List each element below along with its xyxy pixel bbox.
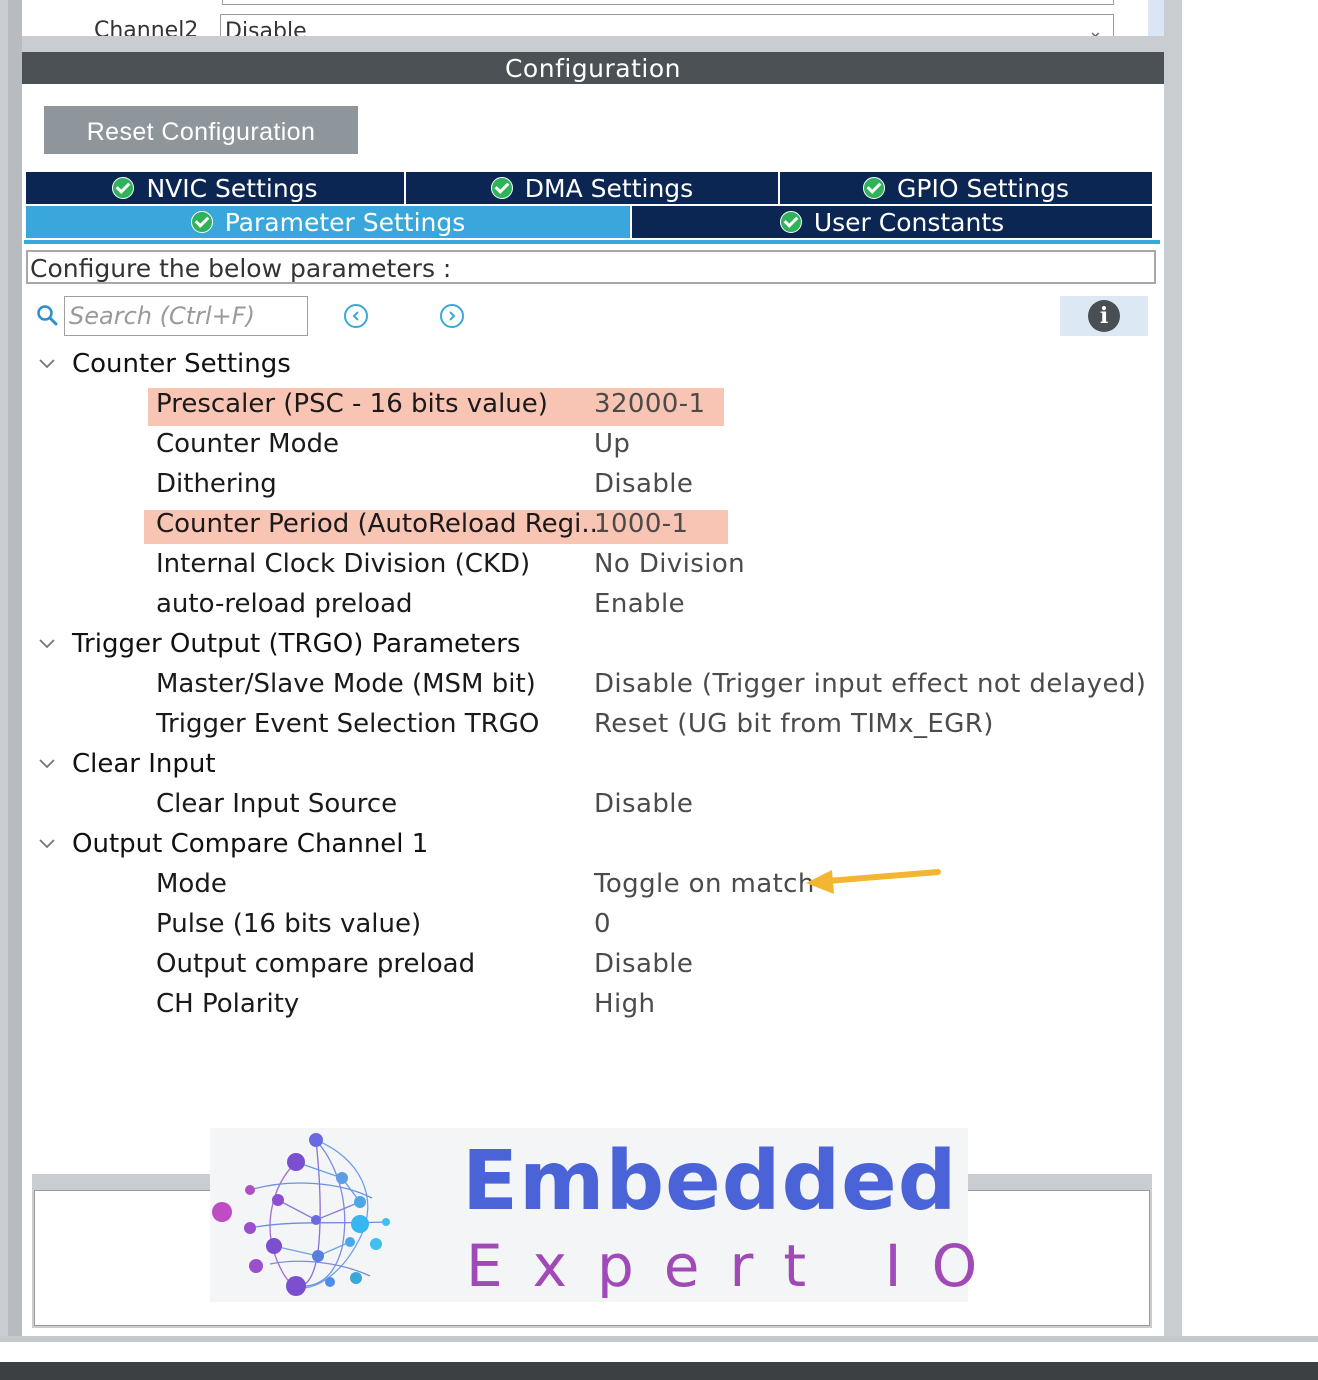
- param-name: Counter Period (AutoReload Regi...: [156, 509, 607, 539]
- tab-gpio-settings[interactable]: GPIO Settings: [778, 172, 1152, 204]
- check-icon: [779, 211, 802, 233]
- param-name: CH Polarity: [156, 989, 300, 1019]
- search-icon: [37, 305, 58, 326]
- param-name: auto-reload preload: [156, 589, 413, 619]
- param-name: Trigger Event Selection TRGO: [156, 709, 540, 739]
- param-name: Counter Mode: [156, 429, 340, 459]
- network-globe-icon: [212, 1133, 390, 1296]
- param-name: Prescaler (PSC - 16 bits value): [156, 389, 548, 419]
- param-value[interactable]: 32000-1: [594, 384, 705, 424]
- tab-label: Parameter Settings: [224, 207, 466, 237]
- param-value[interactable]: Disable: [594, 464, 693, 504]
- param-name: Pulse (16 bits value): [156, 909, 422, 939]
- previous-result-button[interactable]: [344, 304, 368, 328]
- chevron-left-icon: [352, 311, 359, 321]
- param-value[interactable]: Enable: [594, 584, 685, 624]
- chevron-down-icon: [39, 639, 55, 649]
- channel-row: Channel2 Disable ⌄: [22, 0, 1148, 36]
- tab-user-constants[interactable]: User Constants: [630, 206, 1152, 238]
- param-name: Clear Input Source: [156, 789, 398, 819]
- chevron-down-icon: [39, 759, 55, 769]
- tab-label: User Constants: [813, 207, 1005, 237]
- group-label: Output Compare Channel 1: [72, 829, 429, 859]
- group-label: Counter Settings: [72, 349, 291, 379]
- channel2-label: Channel2: [94, 18, 199, 36]
- tab-dma-settings[interactable]: DMA Settings: [404, 172, 778, 204]
- status-bar: [0, 1362, 1318, 1380]
- window-frame-right: [1164, 0, 1182, 1340]
- configuration-header: Configuration: [22, 52, 1164, 84]
- tab-nvic-settings[interactable]: NVIC Settings: [26, 172, 404, 204]
- param-value[interactable]: No Division: [594, 544, 745, 584]
- chevron-down-icon: ⌄: [1087, 21, 1103, 36]
- channel2-select[interactable]: Disable ⌄: [220, 14, 1114, 36]
- info-icon: i: [1088, 300, 1120, 332]
- reset-configuration-button[interactable]: Reset Configuration: [44, 106, 358, 154]
- tab-label: DMA Settings: [524, 173, 694, 203]
- param-value[interactable]: Up: [594, 424, 630, 464]
- window-frame-left-inner: [8, 0, 22, 1340]
- logo-text-expert-io: Expert IO: [466, 1232, 1008, 1300]
- param-name: Output compare preload: [156, 949, 476, 979]
- next-result-button[interactable]: [440, 304, 464, 328]
- logo-text-embedded: Embedded: [462, 1134, 958, 1229]
- group-clear-input[interactable]: Clear Input: [36, 744, 216, 784]
- check-icon: [490, 177, 513, 199]
- param-value[interactable]: Toggle on match: [594, 864, 815, 904]
- param-value[interactable]: 1000-1: [594, 504, 689, 544]
- group-label: Clear Input: [72, 749, 216, 779]
- tab-label: NVIC Settings: [146, 173, 318, 203]
- group-counter-settings[interactable]: Counter Settings: [36, 344, 291, 384]
- param-name: Mode: [156, 869, 227, 899]
- previous-field-edge: [222, 0, 1114, 5]
- check-icon: [190, 211, 213, 233]
- annotation-arrow-icon: [806, 869, 941, 894]
- param-name: Master/Slave Mode (MSM bit): [156, 669, 536, 699]
- chevron-right-icon: [449, 311, 456, 321]
- group-trigger-output[interactable]: Trigger Output (TRGO) Parameters: [36, 624, 520, 664]
- tab-underline: [24, 240, 1160, 244]
- chevron-down-icon: [39, 839, 55, 849]
- tab-parameter-settings[interactable]: Parameter Settings: [26, 206, 630, 238]
- search-input[interactable]: [64, 296, 308, 336]
- chevron-down-icon: [39, 359, 55, 369]
- info-button[interactable]: i: [1060, 296, 1148, 336]
- param-value[interactable]: Disable: [594, 944, 693, 984]
- param-name: Internal Clock Division (CKD): [156, 549, 531, 579]
- param-value[interactable]: Reset (UG bit from TIMx_EGR): [594, 704, 994, 744]
- group-label: Trigger Output (TRGO) Parameters: [72, 629, 521, 659]
- channel2-select-value: Disable: [225, 19, 307, 36]
- tab-label: GPIO Settings: [897, 173, 1069, 203]
- check-icon: [112, 177, 135, 199]
- header-bevel: [22, 36, 1164, 52]
- embedded-expert-io-logo: Embedded Expert IO: [210, 1128, 977, 1302]
- param-value[interactable]: Disable (Trigger input effect not delaye…: [594, 664, 1146, 704]
- param-value[interactable]: High: [594, 984, 655, 1024]
- check-icon: [863, 177, 885, 199]
- window-frame-bottom: [0, 1336, 1318, 1342]
- description-box: Configure the below parameters :: [26, 250, 1156, 284]
- param-name: Dithering: [156, 469, 277, 499]
- param-value[interactable]: 0: [594, 904, 611, 944]
- scroll-strip: [1148, 0, 1164, 40]
- param-value[interactable]: Disable: [594, 784, 693, 824]
- group-output-compare-channel-1[interactable]: Output Compare Channel 1: [36, 824, 428, 864]
